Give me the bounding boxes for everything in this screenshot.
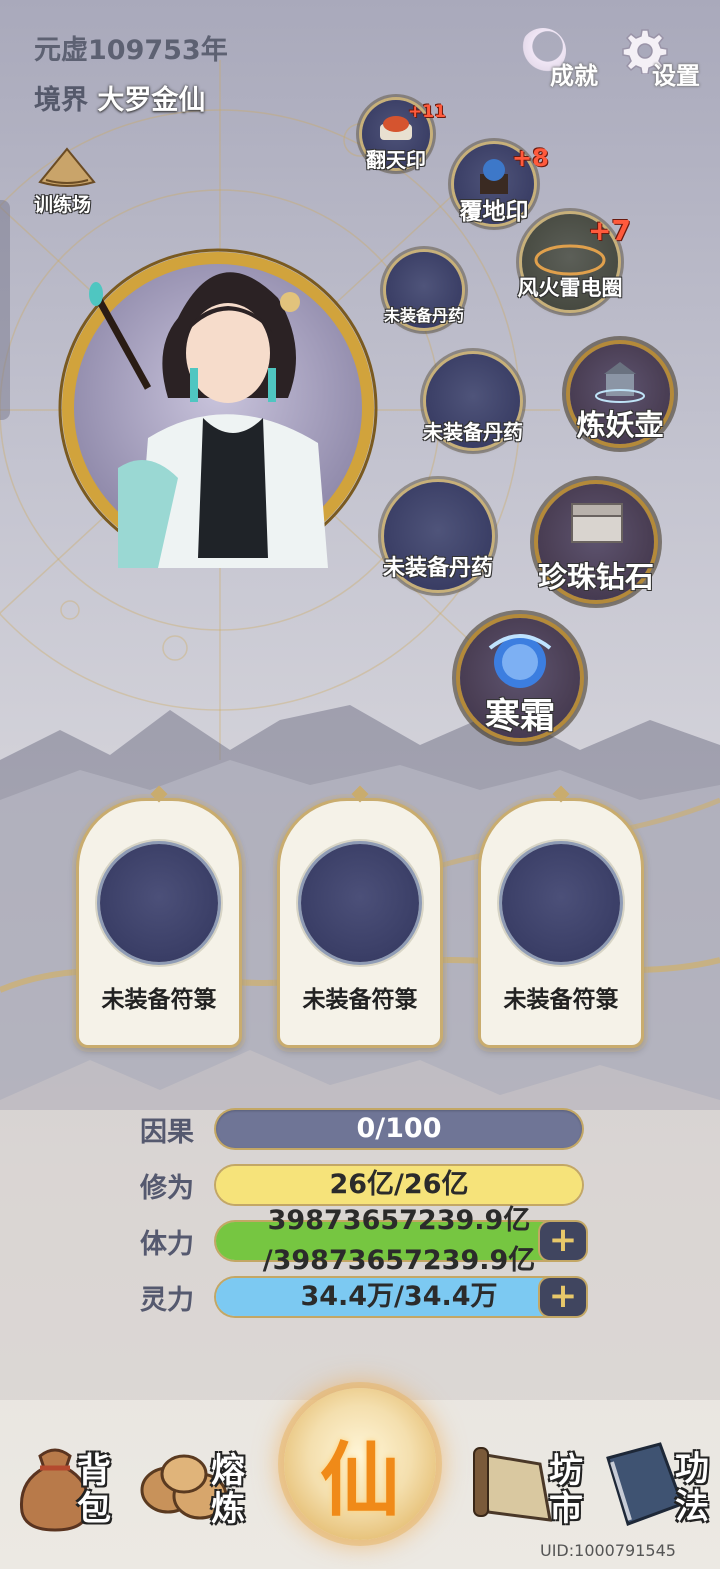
talisman-slot-1[interactable]: 未装备符箓 (76, 785, 242, 1048)
talisman-socket (502, 844, 620, 962)
item-slot-2[interactable]: 珍珠钻石 (538, 484, 654, 600)
nav-bag-button[interactable]: 背 包 (10, 1430, 130, 1540)
talisman-slot-3[interactable]: 未装备符箓 (478, 785, 644, 1048)
item-label-3: 寒霜 (484, 697, 555, 737)
nav-center-label: 仙 (320, 1434, 400, 1527)
pill-slot-label-1: 未装备丹药 (383, 306, 464, 325)
talisman-label-1: 未装备符箓 (101, 987, 217, 1013)
stamina-label: 体力 (140, 1229, 194, 1260)
talisman-slot-2[interactable]: 未装备符箓 (277, 785, 443, 1048)
artifact-name-2: 覆地印 (459, 199, 529, 225)
artifact-name-3: 风火雷电圈 (517, 276, 623, 300)
pill-slot-label-3: 未装备丹药 (382, 556, 493, 581)
talisman-label-3: 未装备符箓 (503, 987, 619, 1013)
achievements-label: 成就 (550, 62, 598, 90)
item-label-2: 珍珠钻石 (537, 560, 654, 594)
pill-slot-3[interactable]: 未装备丹药 (383, 482, 493, 590)
spirit-bar: 34.4万/34.4万 (216, 1278, 582, 1316)
nav-smelt-button[interactable]: 熔 炼 (138, 1430, 258, 1540)
nav-skills-button[interactable]: 功 法 (600, 1430, 718, 1540)
realm-label: 境界 (34, 85, 88, 116)
realm-row: 境界 大罗金仙 (34, 78, 205, 117)
item-label-1: 炼妖壶 (576, 408, 664, 442)
pill-slot-1[interactable]: 未装备丹药 (384, 252, 464, 328)
character-portrait[interactable] (58, 238, 378, 578)
artifact-level-1: +11 (408, 102, 446, 122)
artifact-level-3: +7 (588, 214, 631, 247)
nav-market-button[interactable]: 坊 市 (470, 1430, 590, 1540)
spirit-label: 灵力 (140, 1285, 194, 1316)
artifact-slot-3[interactable]: +7 风火雷电圈 (518, 214, 631, 310)
stamina-bar: 39873657239.9亿 /39873657239.9亿 (216, 1205, 582, 1276)
artifact-slot-1[interactable]: +11 翻天印 (362, 100, 446, 172)
nav-bag-char1: 背 (77, 1451, 111, 1491)
nav-market-char2: 市 (549, 1489, 583, 1529)
era-text: 元虚109753年 (34, 35, 228, 66)
stamina-value-line2: /39873657239.9亿 (262, 1245, 536, 1276)
artifact-level-2: +8 (512, 144, 549, 172)
training-ground-label: 训练场 (34, 194, 92, 216)
achievements-button[interactable]: 成就 (520, 28, 600, 90)
karma-value: 0/100 (356, 1113, 442, 1144)
uid-text: UID:1000791545 (540, 1541, 676, 1560)
nav-smelt-char2: 炼 (211, 1489, 245, 1529)
cultivation-bar: 26亿/26亿 (216, 1166, 582, 1204)
cultivation-value: 26亿/26亿 (329, 1169, 469, 1200)
straw-hat-icon (38, 147, 96, 187)
karma-bar: 0/100 (216, 1110, 582, 1148)
nav-bag-char2: 包 (77, 1489, 111, 1529)
settings-button[interactable]: 设置 (622, 28, 702, 90)
spirit-add-button[interactable]: + (540, 1278, 586, 1316)
cultivation-label: 修为 (140, 1173, 194, 1204)
stamina-add-button[interactable]: + (540, 1222, 586, 1260)
nav-market-char1: 坊 (549, 1451, 583, 1491)
pill-slot-2[interactable]: 未装备丹药 (423, 354, 523, 448)
spirit-value: 34.4万/34.4万 (300, 1281, 498, 1312)
talisman-socket (301, 844, 419, 962)
left-edge-tab[interactable] (0, 200, 10, 420)
item-slot-1[interactable]: 炼妖壶 (570, 344, 670, 444)
pill-slot-label-2: 未装备丹药 (423, 420, 523, 444)
stamina-value-line1: 39873657239.9亿 (267, 1205, 531, 1236)
talisman-label-2: 未装备符箓 (302, 987, 418, 1013)
nav-skills-char1: 功 (675, 1449, 709, 1489)
artifact-slot-2[interactable]: +8 覆地印 (454, 144, 549, 225)
karma-label: 因果 (140, 1117, 194, 1148)
settings-label: 设置 (652, 62, 700, 90)
nav-center-immortal-button[interactable]: 仙 (284, 1388, 436, 1540)
nav-skills-char2: 法 (675, 1487, 709, 1527)
nav-smelt-char1: 熔 (211, 1451, 245, 1491)
realm-value: 大罗金仙 (97, 85, 206, 116)
item-slot-3[interactable]: 寒霜 (460, 618, 580, 738)
talisman-socket (100, 844, 218, 962)
artifact-name-1: 翻天印 (366, 148, 426, 172)
treasure-chest-icon (571, 503, 623, 543)
training-ground-button[interactable]: 训练场 (34, 146, 104, 216)
